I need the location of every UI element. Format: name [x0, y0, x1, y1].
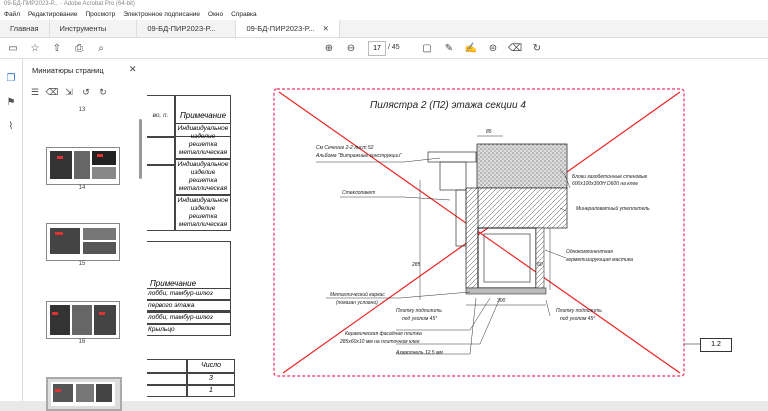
annotation: См Сечение 2-2 лист 52 — [316, 145, 374, 151]
glazing-mullion — [455, 189, 467, 247]
pilaster-side — [535, 227, 545, 289]
insulation-layer — [476, 187, 568, 229]
glazing-frame — [439, 161, 467, 191]
annotation: Однокомпонентная — [566, 249, 613, 255]
annotation: (показан условно) — [336, 300, 378, 306]
masonry-block — [476, 143, 568, 189]
dimension-label: 60 — [537, 262, 543, 268]
annotation: Ахваплнель 12,5 мм — [396, 350, 443, 356]
annotation: Альбома "Витражные конструкции" — [316, 153, 402, 159]
drawing-title: Пилястра 2 (П2) этажа секции 4 — [370, 100, 526, 111]
leader-line — [396, 297, 477, 355]
facade-tile — [465, 287, 547, 295]
annotation: под уголом 45° — [402, 316, 438, 322]
annotation: 600x100x300H D600 на клее — [572, 181, 639, 187]
leader-line — [545, 299, 551, 317]
dimension-label: 285 — [412, 262, 421, 268]
annotation: Плитку подпилить — [396, 308, 442, 314]
annotation: Керамическая фасадная плитка — [345, 331, 422, 337]
detail-tag: 1.2 — [700, 338, 732, 352]
leader-line — [396, 297, 491, 331]
annotation: герметизирующая мастика — [566, 257, 633, 263]
dimension-label: 85 — [486, 129, 492, 135]
annotation: Стеклопакет — [342, 190, 376, 196]
pilaster-insulation — [465, 187, 479, 289]
leader-line — [544, 249, 567, 259]
annotation: 285x60x10 мм на плиточном клее — [340, 339, 420, 345]
annotation: Плитку подпилить — [556, 308, 602, 314]
annotation: Минераловатный утеплитель — [576, 206, 650, 212]
annotation: Металлический каркас — [330, 292, 385, 298]
glazing-profile — [427, 151, 477, 163]
dimension-label: 300 — [497, 298, 506, 304]
annotation: под уголом 45° — [560, 316, 596, 322]
annotation: Блоки газобетонные стеновые — [572, 174, 648, 180]
